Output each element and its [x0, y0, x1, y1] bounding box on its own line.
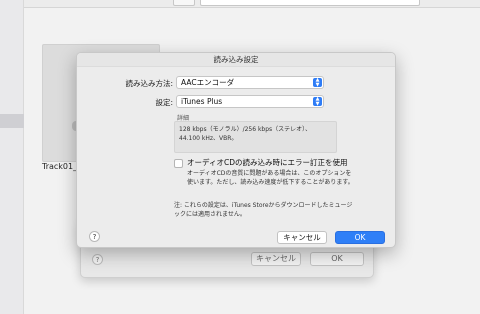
toolbar-field[interactable] — [200, 0, 420, 6]
help-button[interactable]: ? — [89, 231, 100, 242]
sidebar — [0, 0, 24, 314]
error-correction-label[interactable]: オーディオCDの読み込み時にエラー訂正を使用 — [187, 157, 348, 168]
import-method-value: AACエンコーダ — [181, 78, 235, 87]
track-title: Track01_I — [42, 162, 80, 171]
import-method-select[interactable]: AACエンコーダ ▲ ▼ — [176, 76, 324, 89]
note-text: 注: これらの設定は、iTunes Storeからダウンロードしたミュージックに… — [174, 202, 353, 218]
error-correction-description: オーディオCDの音質に問題がある場合は、このオプションを使います。ただし、読み込… — [187, 170, 354, 186]
chevron-updown-icon: ▲ ▼ — [313, 78, 322, 87]
details-text: 128 kbps（モノラル）/256 kbps（ステレオ）、44.100 kHz… — [174, 121, 337, 153]
dialog-title: 読み込み設定 — [77, 53, 395, 67]
parent-help-button[interactable]: ? — [92, 254, 103, 265]
toolbar-button[interactable] — [173, 0, 195, 6]
setting-value: iTunes Plus — [181, 97, 223, 106]
sidebar-selected-item[interactable] — [0, 114, 24, 128]
parent-cancel-button[interactable]: キャンセル — [251, 252, 301, 266]
setting-label: 設定: — [155, 98, 173, 107]
import-method-label: 読み込み方法: — [125, 79, 173, 88]
ok-button[interactable]: OK — [335, 231, 385, 244]
import-settings-dialog: 読み込み設定 読み込み方法: AACエンコーダ ▲ ▼ 設定: iTunes Pl… — [76, 52, 396, 248]
cancel-button[interactable]: キャンセル — [277, 231, 327, 244]
parent-ok-button[interactable]: OK — [310, 252, 364, 266]
error-correction-checkbox[interactable] — [174, 159, 183, 168]
setting-select[interactable]: iTunes Plus ▲ ▼ — [176, 95, 324, 108]
chevron-updown-icon: ▲ ▼ — [313, 97, 322, 106]
